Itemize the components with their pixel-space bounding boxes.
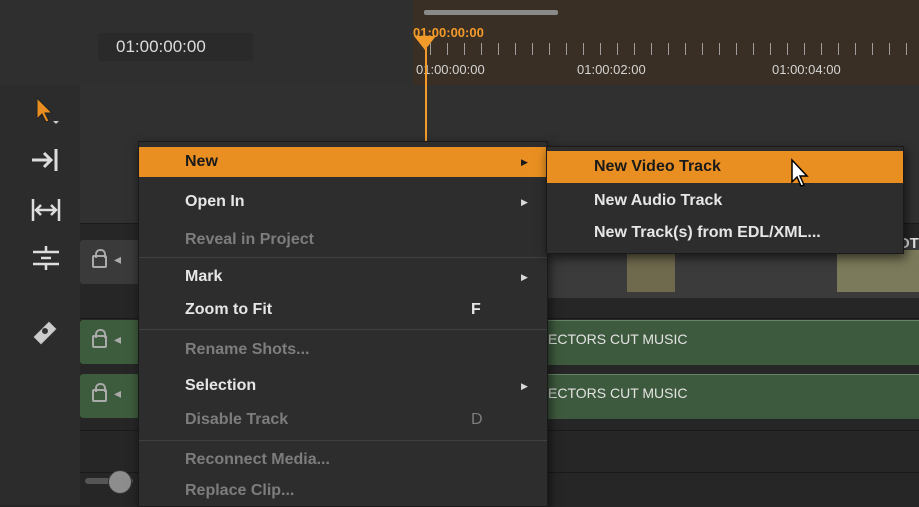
menu-separator [139,329,547,330]
menu-item-new[interactable]: New ▶ [139,147,547,177]
current-timecode[interactable]: 01:00:00:00 [98,33,253,61]
selection-tool-icon[interactable] [28,95,64,125]
submenu-arrow-icon: ▶ [521,272,528,282]
menu-item-label: Mark [185,268,223,285]
ruler-label: 01:00:04:00 [772,62,841,77]
lock-icon[interactable] [92,249,107,268]
clip-thumbnail[interactable] [837,250,919,292]
menu-separator [139,257,547,258]
new-submenu: New Video Track New Audio Track New Trac… [546,146,904,254]
menu-item-shortcut: F [471,301,481,318]
audio-clip-label: ECTORS CUT MUSIC [548,331,688,347]
lock-icon[interactable] [92,383,107,402]
zoom-slider-knob[interactable] [108,470,132,494]
submenu-item-label: New Video Track [594,158,721,175]
clip-thumbnail[interactable] [627,250,675,292]
menu-item-replace-clip: Replace Clip... [139,476,547,506]
menu-item-label: Reveal in Project [185,231,314,248]
menu-item-rename-shots: Rename Shots... [139,335,547,365]
mouse-pointer-icon [790,158,812,193]
video-track-header[interactable]: ◂ [80,240,140,284]
menu-item-reveal-in-project: Reveal in Project [139,225,547,255]
playhead-line [425,48,427,146]
menu-item-open-in[interactable]: Open In ▶ [139,187,547,217]
submenu-item-label: New Track(s) from EDL/XML... [594,224,821,241]
ripple-tool-icon[interactable] [28,195,64,225]
audio-clip[interactable]: ECTORS CUT MUSIC [540,320,919,365]
submenu-arrow-icon: ▶ [521,381,528,391]
menu-item-label: Disable Track [185,411,289,428]
lock-icon[interactable] [92,329,107,348]
menu-item-disable-track: Disable Track D [139,405,547,435]
track-forward-tool-icon[interactable] [28,145,64,175]
menu-separator [139,440,547,441]
menu-item-selection[interactable]: Selection ▶ [139,371,547,401]
menu-item-label: Rename Shots... [185,341,310,358]
menu-item-reconnect-media: Reconnect Media... [139,445,547,475]
speaker-icon[interactable]: ◂ [114,385,121,402]
audio-track-header-2[interactable]: ◂ [80,374,140,418]
menu-item-label: New [185,153,218,170]
tool-palette [0,85,80,505]
audio-clip[interactable]: ECTORS CUT MUSIC [540,374,919,419]
menu-item-label: Open In [185,193,245,210]
submenu-arrow-icon: ▶ [521,157,528,167]
ruler-label: 01:00:02:00 [577,62,646,77]
menu-item-label: Selection [185,377,257,394]
menu-item-label: Zoom to Fit [185,301,273,318]
submenu-item-label: New Audio Track [594,192,723,209]
submenu-item-new-video-track[interactable]: New Video Track [547,151,903,183]
razor-tool-icon[interactable] [28,315,64,346]
submenu-item-new-audio-track[interactable]: New Audio Track [547,185,903,217]
audio-track-header-1[interactable]: ◂ [80,320,140,364]
menu-item-shortcut: D [471,411,483,428]
speaker-icon[interactable]: ◂ [114,251,121,268]
speaker-icon[interactable]: ◂ [114,331,121,348]
submenu-item-new-tracks-from-edl-xml[interactable]: New Track(s) from EDL/XML... [547,217,903,249]
audio-clip-label: ECTORS CUT MUSIC [548,385,688,401]
menu-item-zoom-to-fit[interactable]: Zoom to Fit F [139,295,547,325]
ruler-scrollbar[interactable] [424,10,558,15]
ruler-ticks [430,43,919,55]
slip-tool-icon[interactable] [28,243,64,273]
menu-item-label: Reconnect Media... [185,451,330,468]
context-menu: New ▶ Open In ▶ Reveal in Project Mark ▶… [138,141,548,507]
menu-item-mark[interactable]: Mark ▶ [139,262,547,292]
menu-item-label: Replace Clip... [185,482,295,499]
submenu-arrow-icon: ▶ [521,197,528,207]
